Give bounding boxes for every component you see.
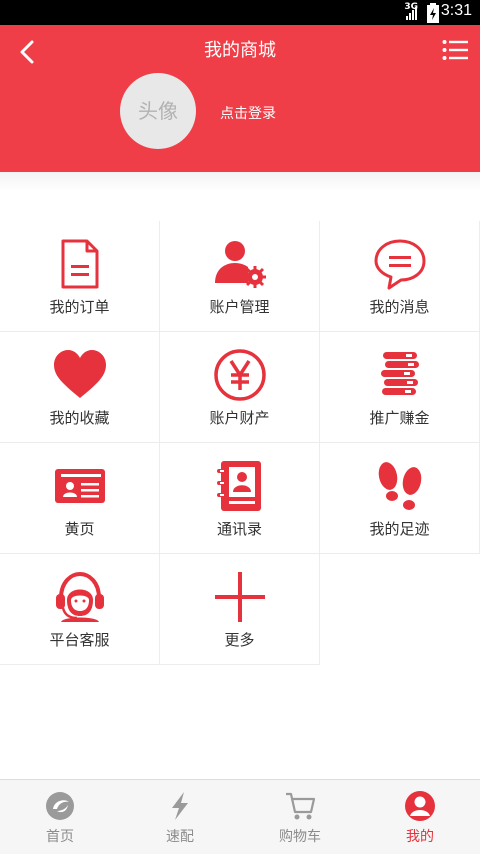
heart-icon — [53, 350, 106, 398]
tab-label: 购物车 — [279, 829, 321, 845]
battery-icon — [427, 3, 439, 23]
tab-label: 首页 — [46, 829, 74, 845]
headset-agent-icon — [55, 571, 104, 622]
footprints-icon — [378, 462, 421, 510]
document-icon — [61, 239, 98, 289]
grid-item-contacts[interactable]: 通讯录 — [160, 443, 320, 554]
bottom-nav: 首页 速配 购物车 我的 — [0, 779, 480, 854]
lightning-icon — [172, 792, 188, 820]
grid-item-account-management[interactable]: 账户管理 — [160, 221, 320, 332]
grid-item-label: 推广赚金 — [369, 409, 430, 427]
home-icon — [46, 792, 74, 820]
grid-item-my-orders[interactable]: 我的订单 — [0, 221, 160, 332]
grid-item-label: 我的足迹 — [369, 520, 430, 538]
grid-item-label: 账户管理 — [209, 298, 270, 316]
tab-label: 我的 — [406, 829, 434, 845]
page-title: 我的商城 — [204, 40, 276, 61]
grid-item-label: 通讯录 — [216, 520, 262, 538]
grid-item-favorites[interactable]: 我的收藏 — [0, 332, 160, 443]
profile-icon — [405, 791, 435, 821]
list-menu-icon[interactable] — [442, 39, 468, 61]
grid-item-more[interactable]: 更多 — [160, 554, 320, 665]
grid-item-label: 账户财产 — [209, 409, 270, 427]
tab-mine[interactable]: 我的 — [360, 780, 480, 854]
status-bar: 3G 3:31 — [0, 0, 480, 25]
address-book-icon — [216, 461, 261, 511]
user-settings-icon — [214, 241, 266, 288]
grid-item-my-messages[interactable]: 我的消息 — [320, 221, 480, 332]
header: 我的商城 头像 点击登录 — [0, 25, 480, 172]
grid-item-label: 我的消息 — [369, 298, 430, 316]
login-link[interactable]: 点击登录 — [220, 103, 276, 123]
plus-icon — [214, 572, 265, 622]
grid-item-account-assets[interactable]: 账户财产 — [160, 332, 320, 443]
tab-cart[interactable]: 购物车 — [240, 780, 360, 854]
avatar[interactable]: 头像 — [120, 73, 196, 149]
tab-quick-match[interactable]: 速配 — [120, 780, 240, 854]
grid-item-yellow-pages[interactable]: 黄页 — [0, 443, 160, 554]
grid-item-label: 黄页 — [64, 520, 95, 538]
signal-icon — [406, 7, 417, 20]
header-shadow — [0, 172, 480, 192]
message-bubble-icon — [374, 239, 425, 290]
grid-item-label: 我的收藏 — [49, 409, 110, 427]
tab-home[interactable]: 首页 — [0, 780, 120, 854]
grid-item-customer-service[interactable]: 平台客服 — [0, 554, 160, 665]
grid-item-label: 更多 — [224, 631, 255, 649]
clock: 3:31 — [440, 2, 472, 19]
grid-item-promotion-earnings[interactable]: 推广赚金 — [320, 332, 480, 443]
grid-item-label: 平台客服 — [49, 631, 110, 649]
grid-item-label: 我的订单 — [49, 298, 110, 316]
yen-coin-icon — [213, 349, 266, 401]
grid-item-my-footprints[interactable]: 我的足迹 — [320, 443, 480, 554]
cart-icon — [286, 792, 316, 820]
id-card-icon — [54, 469, 105, 503]
coin-stack-icon — [380, 352, 419, 395]
tab-label: 速配 — [166, 829, 194, 845]
